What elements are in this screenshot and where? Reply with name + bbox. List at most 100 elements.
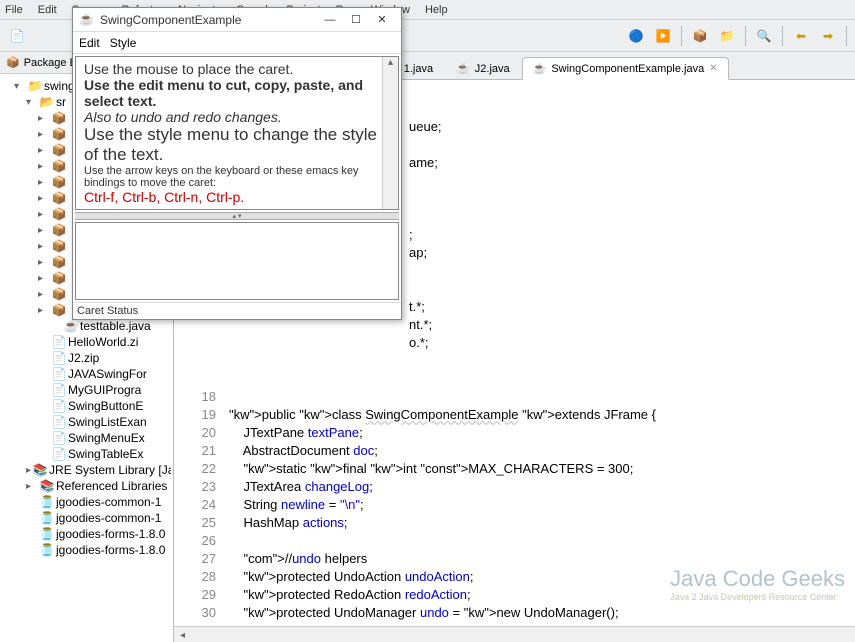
- menu-help[interactable]: Help: [425, 4, 448, 16]
- tree-item-label: J2.zip: [68, 351, 99, 365]
- minimize-button[interactable]: —: [317, 11, 343, 29]
- pkg-icon: 📦: [52, 111, 66, 125]
- swing-app-window[interactable]: ☕ SwingComponentExample — ☐ ✕ Edit Style…: [72, 7, 402, 320]
- expand-icon[interactable]: ▸: [26, 465, 31, 476]
- tree-item-label: SwingTableEx: [68, 447, 143, 461]
- nav-back-icon[interactable]: ⬅: [789, 24, 813, 48]
- lib-icon: 📚: [40, 479, 54, 493]
- lib-icon: 📚: [33, 463, 47, 477]
- split-divider[interactable]: ▴ ▾: [75, 212, 399, 220]
- file-icon: 📄: [52, 335, 66, 349]
- scrollbar[interactable]: ▴: [382, 57, 398, 209]
- editor-tab-active[interactable]: ☕ SwingComponentExample.java ✕: [522, 57, 729, 80]
- swing-menu-style[interactable]: Style: [110, 36, 137, 50]
- expand-icon[interactable]: ▸: [38, 113, 50, 124]
- expand-icon[interactable]: ▸: [38, 145, 50, 156]
- file-icon: 📄: [52, 399, 66, 413]
- expand-icon[interactable]: ▸: [26, 481, 38, 492]
- pkg-icon: 📦: [52, 143, 66, 157]
- tree-item[interactable]: ☕testtable.java: [2, 318, 171, 334]
- nav-fwd-icon[interactable]: ➡: [816, 24, 840, 48]
- menu-edit[interactable]: Edit: [38, 4, 57, 16]
- folder-icon: 📂: [40, 95, 54, 109]
- expand-icon[interactable]: ▸: [38, 129, 50, 140]
- tree-item-label: jgoodies-forms-1.8.0: [56, 543, 165, 557]
- tree-item[interactable]: 📄J2.zip: [2, 350, 171, 366]
- tree-item-label: MyGUIProgra: [68, 383, 141, 397]
- package-icon: 📦: [6, 56, 20, 69]
- editor-tab[interactable]: ☕ J2.java: [445, 57, 521, 79]
- close-button[interactable]: ✕: [369, 11, 395, 29]
- tree-item[interactable]: 📄SwingMenuEx: [2, 430, 171, 446]
- tree-item[interactable]: 📄HelloWorld.zi: [2, 334, 171, 350]
- tree-item-label: sr: [56, 95, 66, 109]
- toolbar-btn[interactable]: 📦: [688, 24, 712, 48]
- jar-icon: 🫙: [40, 495, 54, 509]
- tree-item[interactable]: 🫙jgoodies-common-1: [2, 494, 171, 510]
- tree-item[interactable]: 📄SwingTableEx: [2, 446, 171, 462]
- horizontal-scrollbar[interactable]: ◂: [174, 626, 855, 642]
- tree-item[interactable]: 📄SwingButtonE: [2, 398, 171, 414]
- tree-item[interactable]: 📄JAVASwingFor: [2, 366, 171, 382]
- file-icon: 📄: [52, 351, 66, 365]
- textpane-line-large: Use the style menu to change the style o…: [84, 125, 390, 165]
- java-app-icon: ☕: [79, 12, 95, 28]
- pkg-icon: 📦: [52, 271, 66, 285]
- expand-icon[interactable]: ▸: [38, 305, 50, 316]
- menu-file[interactable]: File: [5, 4, 23, 16]
- swing-titlebar[interactable]: ☕ SwingComponentExample — ☐ ✕: [73, 8, 401, 32]
- expand-icon[interactable]: ▸: [38, 209, 50, 220]
- expand-icon[interactable]: ▸: [38, 289, 50, 300]
- expand-icon[interactable]: ▸: [38, 241, 50, 252]
- expand-icon[interactable]: ▸: [38, 257, 50, 268]
- tree-item[interactable]: 🫙jgoodies-common-1: [2, 510, 171, 526]
- tree-item-label: Referenced Libraries: [56, 479, 167, 493]
- new-button[interactable]: 📄: [5, 24, 29, 48]
- maximize-button[interactable]: ☐: [343, 11, 369, 29]
- pkg-icon: 📦: [52, 127, 66, 141]
- expand-icon[interactable]: ▸: [38, 177, 50, 188]
- pkg-icon: 📦: [52, 287, 66, 301]
- tree-item-label: testtable.java: [80, 319, 151, 333]
- jar-icon: 🫙: [40, 527, 54, 541]
- toolbar-run-icon[interactable]: 🔵: [624, 24, 648, 48]
- file-icon: 📄: [52, 447, 66, 461]
- expand-icon[interactable]: ▸: [38, 225, 50, 236]
- tree-item[interactable]: 📄MyGUIProgra: [2, 382, 171, 398]
- expand-icon[interactable]: ▾: [26, 97, 38, 108]
- expand-icon[interactable]: ▸: [38, 161, 50, 172]
- watermark-title: Java Code Geeks: [670, 566, 845, 592]
- tree-item[interactable]: 🫙jgoodies-forms-1.8.0: [2, 542, 171, 558]
- expand-icon[interactable]: ▸: [38, 193, 50, 204]
- swing-status-bar: Caret Status: [73, 302, 401, 319]
- expand-icon[interactable]: ▾: [14, 81, 26, 92]
- toolbar-btn[interactable]: 🔍: [752, 24, 776, 48]
- tree-item[interactable]: ▸📚JRE System Library [Ja: [2, 462, 171, 478]
- swing-menubar: Edit Style: [73, 32, 401, 54]
- swing-menu-edit[interactable]: Edit: [79, 36, 100, 50]
- expand-icon[interactable]: ▸: [38, 273, 50, 284]
- file-icon: 📄: [52, 431, 66, 445]
- tree-item-label: jgoodies-common-1: [56, 495, 161, 509]
- close-icon[interactable]: ✕: [709, 63, 717, 74]
- tree-item-label: SwingListExan: [68, 415, 147, 429]
- textpane-line-bold: Use the edit menu to cut, copy, paste, a…: [84, 77, 390, 109]
- tree-item-label: jgoodies-common-1: [56, 511, 161, 525]
- textpane-line-italic: Also to undo and redo changes.: [84, 109, 390, 125]
- pkg-icon: 📦: [52, 191, 66, 205]
- swing-changelog-area[interactable]: [75, 222, 399, 300]
- pkg-icon: 📦: [52, 175, 66, 189]
- swing-textpane[interactable]: ▴ Use the mouse to place the caret. Use …: [75, 56, 399, 210]
- project-icon: 📁: [28, 79, 42, 93]
- java-file-icon: ☕: [456, 62, 470, 75]
- tree-item-label: JAVASwingFor: [68, 367, 147, 381]
- toolbar-btn[interactable]: 📁: [715, 24, 739, 48]
- tree-item-label: jgoodies-forms-1.8.0: [56, 527, 165, 541]
- tree-item-label: HelloWorld.zi: [68, 335, 138, 349]
- tree-item[interactable]: 🫙jgoodies-forms-1.8.0: [2, 526, 171, 542]
- textpane-line: Use the mouse to place the caret.: [84, 61, 390, 77]
- toolbar-run-icon[interactable]: ▶️: [651, 24, 675, 48]
- tree-item[interactable]: ▸📚Referenced Libraries: [2, 478, 171, 494]
- file-icon: 📄: [52, 415, 66, 429]
- tree-item[interactable]: 📄SwingListExan: [2, 414, 171, 430]
